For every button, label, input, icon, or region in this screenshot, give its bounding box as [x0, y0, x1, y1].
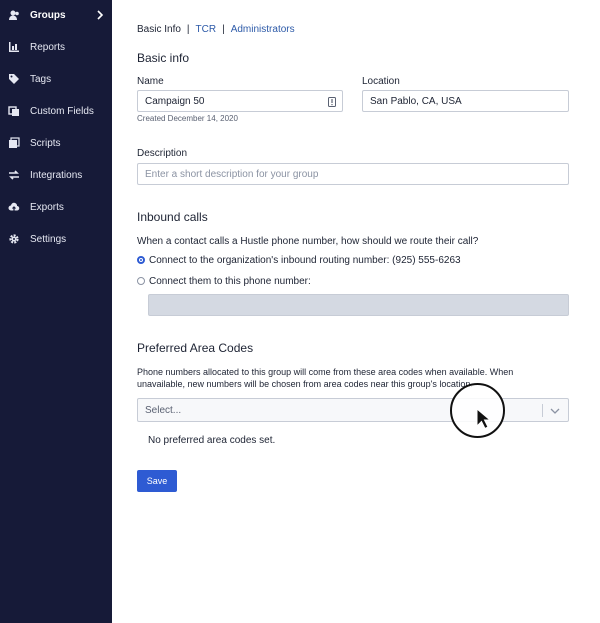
sidebar-item-integrations[interactable]: Integrations — [0, 165, 112, 187]
sidebar-item-label: Settings — [30, 234, 67, 245]
radio-custom-number-label: Connect them to this phone number: — [149, 276, 311, 287]
location-label: Location — [362, 76, 400, 87]
inbound-question: When a contact calls a Hustle phone numb… — [137, 236, 479, 247]
description-placeholder: Enter a short description for your group — [145, 168, 319, 180]
bar-chart-icon — [9, 42, 19, 52]
sidebar-item-label: Tags — [30, 74, 52, 85]
chevron-down-icon[interactable] — [549, 405, 561, 417]
description-label: Description — [137, 148, 188, 159]
sidebar-item-label: Reports — [30, 42, 66, 53]
section-heading-area-codes: Preferred Area Codes — [137, 341, 254, 355]
sidebar-item-tags[interactable]: Tags — [0, 69, 112, 91]
mouse-pointer-icon — [476, 408, 490, 430]
gear-icon — [9, 234, 19, 244]
sidebar-item-label: Exports — [30, 202, 64, 213]
custom-fields-icon — [8, 106, 19, 116]
sidebar-item-groups[interactable]: Groups — [0, 5, 112, 27]
sidebar: Groups Reports Tags Custom Fields Script… — [0, 0, 112, 623]
location-field[interactable]: San Pablo, CA, USA — [362, 90, 569, 112]
select-divider — [542, 404, 543, 417]
name-field[interactable]: Campaign 50 — [137, 90, 343, 112]
section-heading-inbound-calls: Inbound calls — [137, 210, 208, 224]
tab-separator: | — [186, 24, 190, 35]
radio-org-routing-label: Connect to the organization's inbound ro… — [149, 255, 461, 266]
scripts-icon — [9, 137, 20, 148]
tab-basic-info[interactable]: Basic Info — [137, 24, 181, 35]
main-content: Basic Info | TCR | Administrators Basic … — [112, 0, 600, 623]
radio-org-routing[interactable] — [137, 256, 145, 264]
location-value: San Pablo, CA, USA — [370, 95, 462, 107]
radio-custom-number[interactable] — [137, 277, 145, 285]
sidebar-item-scripts[interactable]: Scripts — [0, 133, 112, 155]
sidebar-item-label: Groups — [30, 10, 66, 21]
tab-administrators[interactable]: Administrators — [231, 24, 295, 35]
created-date: Created December 14, 2020 — [137, 114, 238, 123]
save-button[interactable]: Save — [137, 470, 177, 492]
users-icon — [9, 10, 19, 20]
integrations-icon — [9, 170, 19, 180]
chevron-right-icon — [97, 10, 104, 20]
name-label: Name — [137, 76, 164, 87]
name-value: Campaign 50 — [145, 95, 205, 107]
sidebar-item-label: Scripts — [30, 138, 61, 149]
area-codes-description-line2: unavailable, new numbers will be chosen … — [137, 379, 473, 389]
section-heading-basic-info: Basic info — [137, 51, 190, 65]
sidebar-item-label: Integrations — [30, 170, 83, 181]
description-field[interactable]: Enter a short description for your group — [137, 163, 569, 185]
area-codes-empty-text: No preferred area codes set. — [148, 435, 276, 446]
sidebar-item-custom-fields[interactable]: Custom Fields — [0, 101, 112, 123]
tab-tcr[interactable]: TCR — [196, 24, 217, 35]
tag-icon — [9, 74, 19, 84]
sidebar-item-settings[interactable]: Settings — [0, 229, 112, 251]
sidebar-item-label: Custom Fields — [30, 106, 94, 117]
area-codes-select-placeholder: Select... — [145, 405, 182, 416]
sidebar-item-reports[interactable]: Reports — [0, 37, 112, 59]
autofill-icon[interactable] — [328, 97, 336, 107]
cloud-upload-icon — [8, 202, 20, 211]
tab-bar: Basic Info | TCR | Administrators — [137, 24, 295, 35]
custom-phone-input — [148, 294, 569, 316]
sidebar-item-exports[interactable]: Exports — [0, 197, 112, 219]
tab-separator: | — [222, 24, 225, 35]
area-codes-description-line1: Phone numbers allocated to this group wi… — [137, 367, 514, 377]
